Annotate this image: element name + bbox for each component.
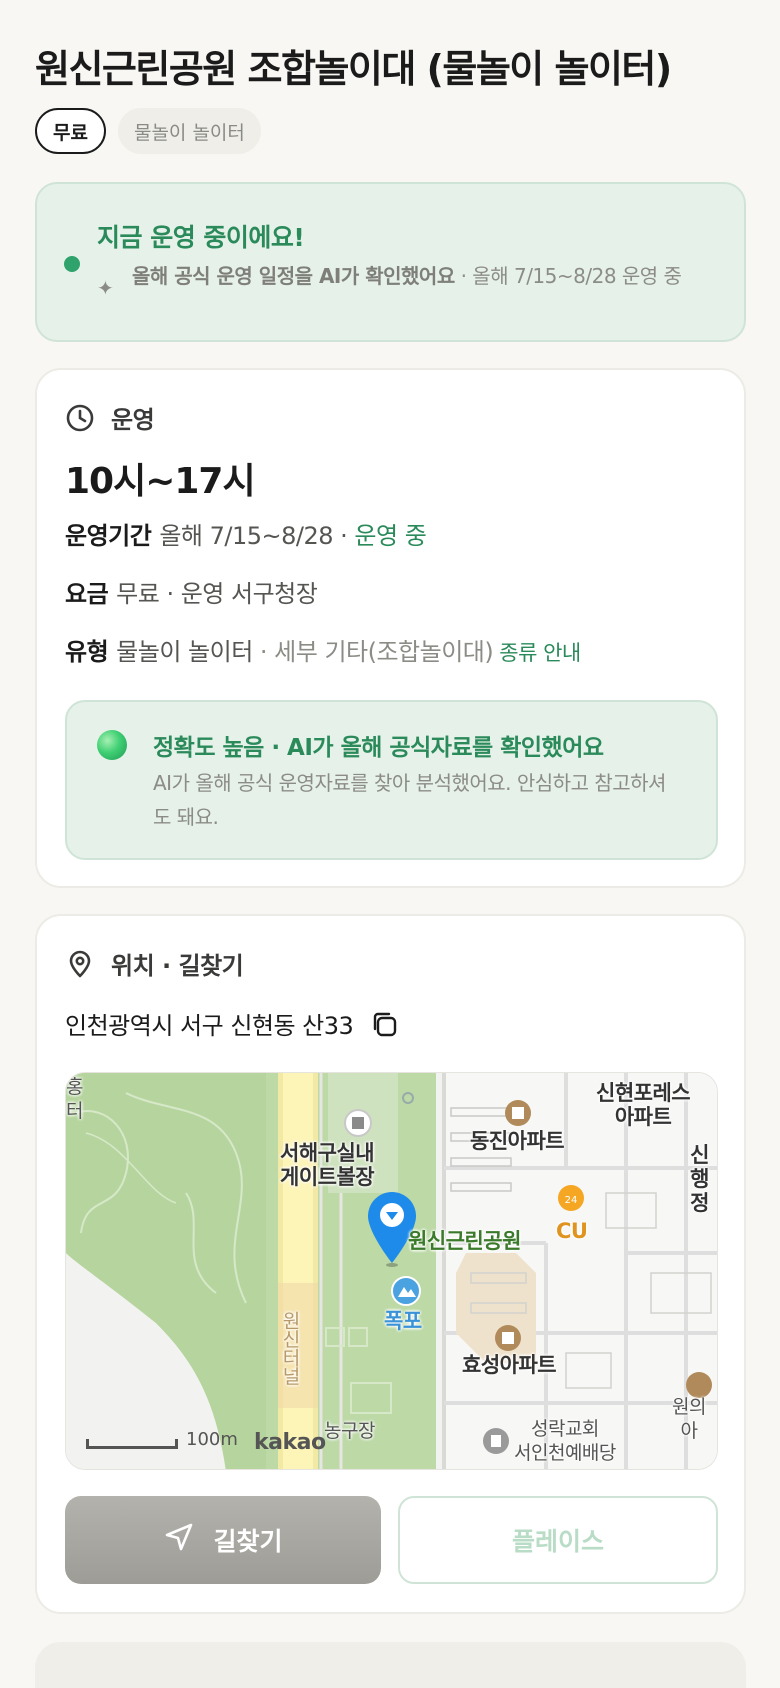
operation-header: 운영	[65, 400, 155, 435]
route-button-label: 길찾기	[213, 1527, 283, 1556]
page: 원신근린공원 조합놀이대 (물놀이 놀이터) 무료 물놀이 놀이터 지금 운영 …	[0, 0, 780, 1688]
accuracy-box: 정확도 높음 · AI가 올해 공식자료를 확인했어요 AI가 올해 공식 운영…	[65, 700, 718, 860]
tag-list: 무료 물놀이 놀이터	[35, 108, 261, 154]
status-banner: 지금 운영 중이에요! ✦ 올해 공식 운영 일정을 AI가 확인했어요 · 올…	[35, 182, 746, 342]
map-pin-icon	[65, 949, 95, 979]
accuracy-description: AI가 올해 공식 운영자료를 찾아 분석했어요. 안심하고 참고하셔도 돼요.	[153, 771, 666, 829]
map-label-sin-admin: 신 행정	[690, 1143, 709, 1215]
type-row: 유형 물놀이 놀이터 · 세부 기타(조합놀이대) 종류 안내	[65, 632, 581, 667]
map-label-dongjin: 동진아파트	[470, 1129, 565, 1153]
map-brand-logo: kakao	[254, 1430, 326, 1455]
map-label-cu: CU	[556, 1219, 588, 1243]
copy-icon[interactable]	[369, 1009, 399, 1039]
status-dot-icon	[64, 256, 80, 272]
fee-row: 요금 무료 · 운영 서구청장	[65, 574, 318, 609]
clock-icon	[65, 403, 95, 433]
map-label-fountain: 폭포	[384, 1309, 422, 1333]
period-value: 올해 7/15~8/28 ·	[159, 522, 355, 550]
location-header: 위치 · 길찾기	[65, 946, 244, 981]
next-card-partial	[35, 1642, 746, 1688]
period-key: 운영기간	[65, 522, 152, 550]
map-scale: 100m	[86, 1431, 238, 1449]
status-description: 올해 공식 운영 일정을 AI가 확인했어요 · 올해 7/15~8/28 운영…	[132, 262, 722, 290]
status-title: 지금 운영 중이에요!	[97, 223, 305, 252]
type-detail: · 세부 기타(조합놀이대)	[252, 638, 494, 666]
address-text: 인천광역시 서구 신현동 산33	[65, 1012, 354, 1040]
map-scale-label: 100m	[186, 1429, 238, 1450]
tag-free[interactable]: 무료	[35, 108, 106, 154]
period-row: 운영기간 올해 7/15~8/28 · 운영 중	[65, 516, 427, 551]
map-label-left-edge: 홍터	[66, 1076, 83, 1122]
status-desc-bold: 올해 공식 운영 일정을 AI가 확인했어요	[132, 264, 455, 288]
navigation-arrow-icon	[163, 1521, 195, 1559]
map-label-park: 원신근린공원	[408, 1229, 521, 1253]
location-card: 위치 · 길찾기 인천광역시 서구 신현동 산33 24 서해구실내 게이트볼장…	[35, 914, 746, 1614]
svg-text:24: 24	[565, 1195, 578, 1206]
type-key: 유형	[65, 638, 109, 666]
map-label-won: 원의 아	[672, 1396, 706, 1442]
fee-key: 요금	[65, 580, 109, 608]
map-label-sinhyeon: 신현포레스 아파트	[596, 1081, 691, 1129]
map-label-tunnel: 원신터널	[279, 1311, 301, 1385]
sparkle-icon: ✦	[97, 276, 114, 300]
map-label-hyoseong: 효성아파트	[462, 1353, 557, 1377]
period-status: 운영 중	[354, 522, 427, 550]
accuracy-orb-icon	[97, 730, 127, 760]
location-label: 위치 · 길찾기	[111, 952, 244, 980]
map-label-church: 성락교회 서인천예배당	[514, 1418, 616, 1464]
operation-label: 운영	[111, 406, 155, 434]
operation-card: 운영 10시~17시 운영기간 올해 7/15~8/28 · 운영 중 요금 무료 …	[35, 368, 746, 888]
address-row: 인천광역시 서구 신현동 산33	[65, 1006, 399, 1041]
operating-hours: 10시~17시	[65, 461, 256, 502]
fee-value: 무료 · 운영 서구청장	[116, 580, 318, 608]
type-value: 물놀이 놀이터	[116, 638, 253, 666]
place-button[interactable]: 플레이스	[398, 1496, 718, 1584]
status-desc-rest: · 올해 7/15~8/28 운영 중	[454, 264, 682, 288]
map-scale-bar	[86, 1439, 178, 1449]
map-label-court: 농구장	[324, 1420, 375, 1442]
accuracy-title: 정확도 높음 · AI가 올해 공식자료를 확인했어요	[153, 735, 604, 761]
page-title: 원신근린공원 조합놀이대 (물놀이 놀이터)	[35, 47, 672, 91]
map-canvas: 24	[66, 1073, 717, 1469]
tag-category[interactable]: 물놀이 놀이터	[117, 108, 261, 154]
map-view[interactable]: 24 서해구실내 게이트볼장 원신근린공원 폭포 동진아파트 CU 효성아파트 …	[65, 1072, 718, 1470]
type-guide-link[interactable]: 종류 안내	[499, 641, 581, 665]
map-label-gateball: 서해구실내 게이트볼장	[280, 1141, 375, 1189]
route-button[interactable]: 길찾기	[65, 1496, 381, 1584]
